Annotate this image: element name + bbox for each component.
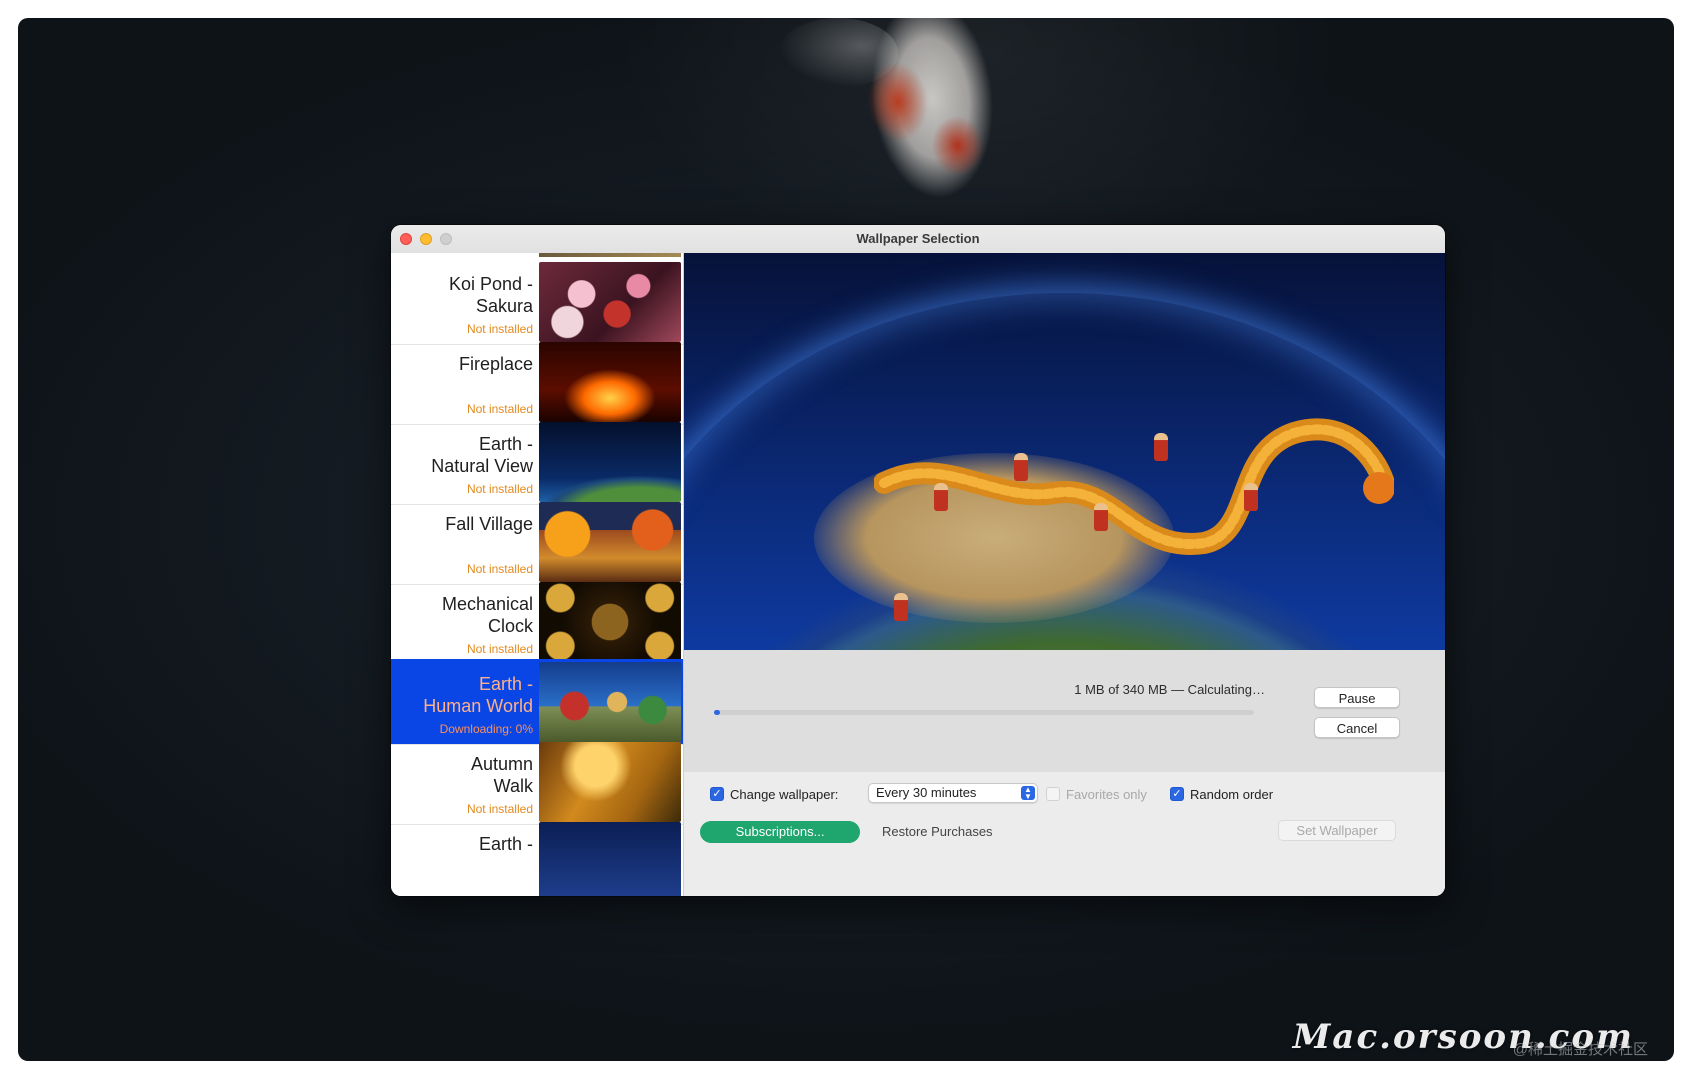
wallpaper-name: Earth - Natural View (431, 434, 533, 476)
wallpaper-row-autumn-walk[interactable]: Autumn Walk Not installed (391, 739, 683, 825)
change-wallpaper-label: Change wallpaper: (730, 787, 839, 802)
dragon-illustration (874, 418, 1394, 555)
interval-select-value: Every 30 minutes (876, 785, 977, 800)
figure (1244, 483, 1258, 511)
interval-select[interactable]: Every 30 minutes ▲ ▼ (868, 783, 1038, 803)
wallpaper-thumbnail (539, 662, 681, 742)
cancel-button[interactable]: Cancel (1314, 717, 1400, 738)
wallpaper-thumbnail (539, 742, 681, 822)
wallpaper-name: Koi Pond - Sakura (448, 274, 533, 316)
wallpaper-thumbnail (539, 342, 681, 422)
random-order-checkbox[interactable]: ✓ (1170, 787, 1184, 801)
favorites-only-checkbox[interactable] (1046, 787, 1060, 801)
subscriptions-button[interactable]: Subscriptions... (700, 821, 860, 843)
wallpaper-name: Earth - Human World (423, 674, 533, 716)
wallpaper-status: Not installed (466, 482, 533, 496)
wallpaper-list[interactable]: Koi Pond - Sakura Not installed Fireplac… (391, 253, 684, 896)
random-order-label: Random order (1190, 787, 1274, 802)
download-progress-fill (714, 710, 721, 715)
wallpaper-preview (684, 253, 1445, 650)
download-progress-panel: 1 MB of 340 MB — Calculating… Pause Canc… (684, 650, 1445, 773)
title-bar: Wallpaper Selection (391, 225, 1445, 254)
wallpaper-thumbnail (539, 262, 681, 342)
wallpaper-name: Mechanical Clock (441, 594, 533, 636)
wallpaper-status: Not installed (466, 642, 533, 656)
wallpaper-status: Downloading: 0% (439, 722, 533, 736)
restore-purchases-button[interactable]: Restore Purchases (882, 824, 993, 839)
figure (1154, 433, 1168, 461)
wallpaper-row-koi-pond-sakura[interactable]: Koi Pond - Sakura Not installed (391, 259, 683, 345)
figure (934, 483, 948, 511)
wallpaper-row-fall-village[interactable]: Fall Village Not installed (391, 499, 683, 585)
download-progress-text: 1 MB of 340 MB — Calculating… (1074, 682, 1265, 697)
window-title: Wallpaper Selection (856, 231, 980, 246)
wallpaper-status: Not installed (466, 322, 533, 336)
wallpaper-thumbnail (539, 582, 681, 662)
chevron-updown-icon: ▲ ▼ (1021, 786, 1035, 801)
wallpaper-selection-window: Wallpaper Selection Koi Pond - Sakura No… (391, 225, 1445, 896)
favorites-only-label: Favorites only (1066, 787, 1147, 802)
wallpaper-name: Earth - (478, 834, 533, 854)
wallpaper-row-earth-natural-view[interactable]: Earth - Natural View Not installed (391, 419, 683, 505)
options-panel: ✓ Change wallpaper: Every 30 minutes ▲ ▼ … (684, 772, 1445, 896)
wallpaper-row-earth-partial[interactable]: Earth - (391, 819, 683, 896)
wallpaper-thumbnail (539, 502, 681, 582)
wallpaper-name: Fireplace (458, 354, 533, 374)
wallpaper-row-fireplace[interactable]: Fireplace Not installed (391, 339, 683, 425)
wallpaper-row-mechanical-clock[interactable]: Mechanical Clock Not installed (391, 579, 683, 665)
figure (1014, 453, 1028, 481)
partial-thumbnail (539, 253, 681, 257)
watermark-subtext: @稀土掘金技术社区 (1512, 1041, 1648, 1058)
desktop-background: Wallpaper Selection Koi Pond - Sakura No… (18, 18, 1674, 1061)
wallpaper-name: Autumn Walk (470, 754, 533, 796)
wallpaper-name: Fall Village (445, 514, 533, 534)
wallpaper-thumbnail (539, 422, 681, 502)
set-wallpaper-button[interactable]: Set Wallpaper (1278, 820, 1396, 841)
download-progress-bar (714, 710, 1254, 715)
wallpaper-status: Not installed (466, 562, 533, 576)
figure (894, 593, 908, 621)
koi-fish-decoration (845, 18, 1021, 236)
wallpaper-row-earth-human-world[interactable]: Earth - Human World Downloading: 0% (391, 659, 683, 745)
pause-button[interactable]: Pause (1314, 687, 1400, 708)
wallpaper-status: Not installed (466, 402, 533, 416)
wallpaper-thumbnail (539, 822, 681, 896)
change-wallpaper-checkbox[interactable]: ✓ (710, 787, 724, 801)
figure (1094, 503, 1108, 531)
wallpaper-status: Not installed (466, 802, 533, 816)
